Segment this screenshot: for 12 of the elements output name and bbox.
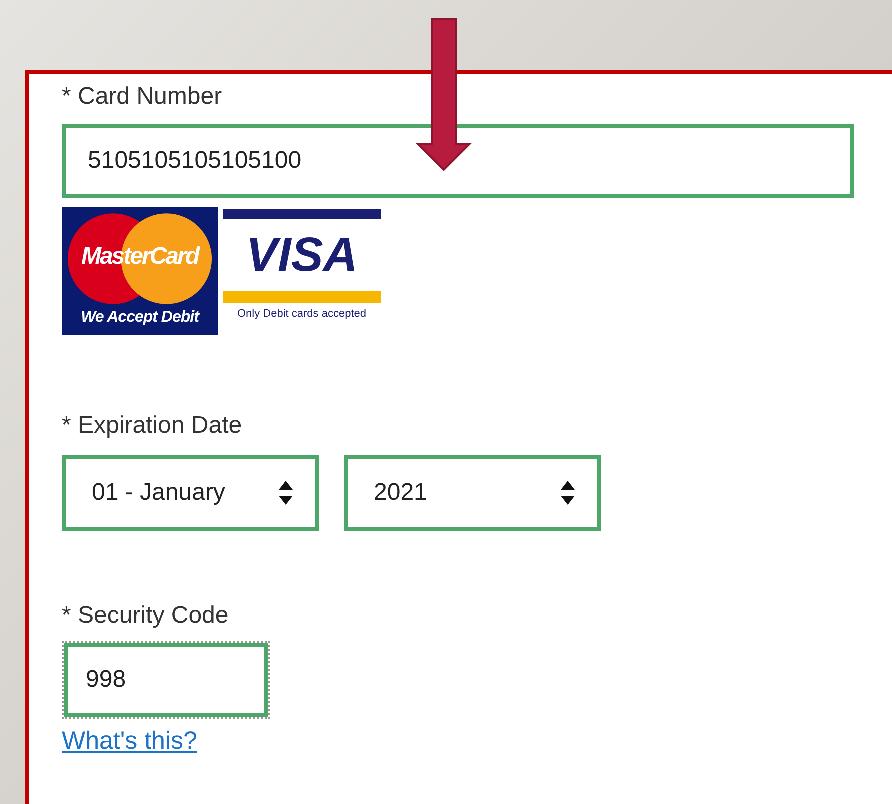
card-number-field[interactable]: 5105105105105100 [62,124,854,198]
down-arrow-icon [416,18,472,172]
field-label: * Security Code [62,601,229,631]
field-label: * Card Number [62,82,222,112]
sort-arrows-icon [279,481,293,505]
visa-logo: VISA Only Debit cards accepted [222,207,382,335]
year-select[interactable]: 2021 [344,455,601,531]
help-link[interactable]: What's this? [62,727,198,756]
month-select[interactable]: 01 - January [62,455,319,531]
sort-arrows-icon [561,481,575,505]
field-label: * Expiration Date [62,411,242,441]
security-code-field[interactable]: 998 [62,641,270,719]
